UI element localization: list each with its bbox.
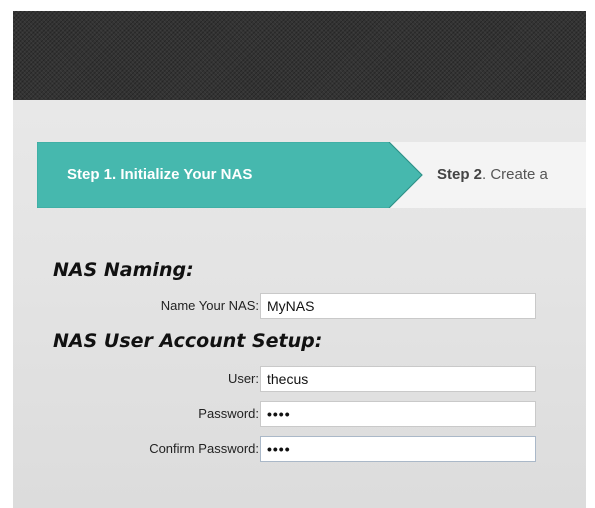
user-row: User: [13,366,573,394]
step-progress: Step 1. Initialize Your NAS Step 2. Crea… [37,142,586,208]
confirm-password-label: Confirm Password: [149,441,259,456]
nas-name-input[interactable] [260,293,536,319]
step2-rest: . Create a [482,166,548,183]
header-bar [13,11,586,100]
step2-label[interactable]: Step 2. Create a [437,142,548,208]
step2-prefix: Step 2 [437,166,483,183]
nas-name-label: Name Your NAS: [160,298,259,313]
nas-naming-title: NAS Naming: [53,259,194,281]
account-setup-title: NAS User Account Setup: [53,330,323,352]
password-input[interactable] [260,401,536,427]
user-label: User: [227,371,259,386]
password-row: Password: [13,401,573,429]
step1-label[interactable]: Step 1. Initialize Your NAS [67,142,252,208]
confirm-password-row: Confirm Password: [13,436,573,464]
password-label: Password: [198,406,259,421]
user-input[interactable] [260,366,536,392]
nas-name-row: Name Your NAS: [13,293,573,321]
setup-panel: Step 1. Initialize Your NAS Step 2. Crea… [13,100,586,508]
confirm-password-input[interactable] [260,436,536,462]
